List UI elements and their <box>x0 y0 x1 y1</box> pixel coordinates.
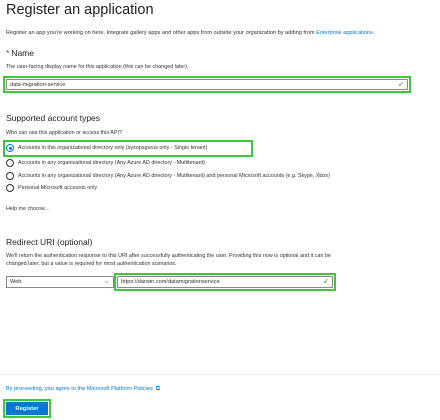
platform-select-value: Web <box>10 279 22 285</box>
account-type-label: Accounts in this organizational director… <box>18 145 208 151</box>
platform-select[interactable]: Web ⌵ <box>6 276 114 288</box>
checkmark-icon: ✓ <box>323 278 329 286</box>
enterprise-applications-link[interactable]: Enterprise applications <box>316 30 373 36</box>
checkmark-icon: ✓ <box>398 81 404 88</box>
name-section-title: * Name <box>6 48 34 58</box>
intro-text-end: . <box>372 30 375 36</box>
register-application-page: Register an application Register an app … <box>0 0 440 420</box>
account-type-option-multitenant-personal[interactable]: Accounts in any organizational directory… <box>6 172 330 180</box>
register-button[interactable]: Register <box>6 402 48 415</box>
redirect-help-line-2: changed later, but a value is required f… <box>6 261 177 267</box>
required-mark: * <box>6 48 10 58</box>
account-types-question: Who can use this application or access t… <box>6 130 122 136</box>
redirect-help-line-1: We'll return the authentication response… <box>6 253 331 259</box>
redirect-uri-value: https://darwin.com/datamigrationservice <box>121 279 220 285</box>
name-input[interactable]: data-migration-service ✓ <box>6 79 408 90</box>
name-input-value: data-migration-service <box>10 81 66 88</box>
account-type-label: Personal Microsoft accounts only <box>18 185 98 191</box>
footer-divider <box>0 374 440 375</box>
radio-selected-icon[interactable] <box>6 144 14 152</box>
redirect-uri-input[interactable]: https://darwin.com/datamigrationservice … <box>117 276 333 288</box>
account-type-label: Accounts in any organizational directory… <box>18 160 205 166</box>
help-me-choose-link[interactable]: Help me choose... <box>6 206 49 212</box>
platform-policies-link[interactable]: By proceeding, you agree to the Microsof… <box>6 386 153 392</box>
radio-icon[interactable] <box>6 184 14 192</box>
name-help-text: The user-facing display name for this ap… <box>6 64 189 70</box>
open-in-new-icon: ⧉ <box>155 386 161 392</box>
intro-text: Register an app you're working on here. … <box>6 30 374 36</box>
account-type-option-multitenant[interactable]: Accounts in any organizational directory… <box>6 159 205 167</box>
radio-icon[interactable] <box>6 172 14 180</box>
intro-text-body: Register an app you're working on here. … <box>6 30 317 36</box>
radio-icon[interactable] <box>6 159 14 167</box>
account-type-option-personal[interactable]: Personal Microsoft accounts only <box>6 184 97 192</box>
page-title: Register an application <box>6 2 154 18</box>
policy-text-row: By proceeding, you agree to the Microsof… <box>6 386 160 393</box>
redirect-uri-title: Redirect URI (optional) <box>6 237 93 247</box>
account-type-option-single-tenant[interactable]: Accounts in this organizational director… <box>6 144 207 152</box>
chevron-down-icon[interactable]: ⌵ <box>104 279 109 285</box>
account-type-label: Accounts in any organizational directory… <box>18 173 330 179</box>
account-types-title: Supported account types <box>6 113 101 123</box>
name-label: Name <box>11 48 34 58</box>
